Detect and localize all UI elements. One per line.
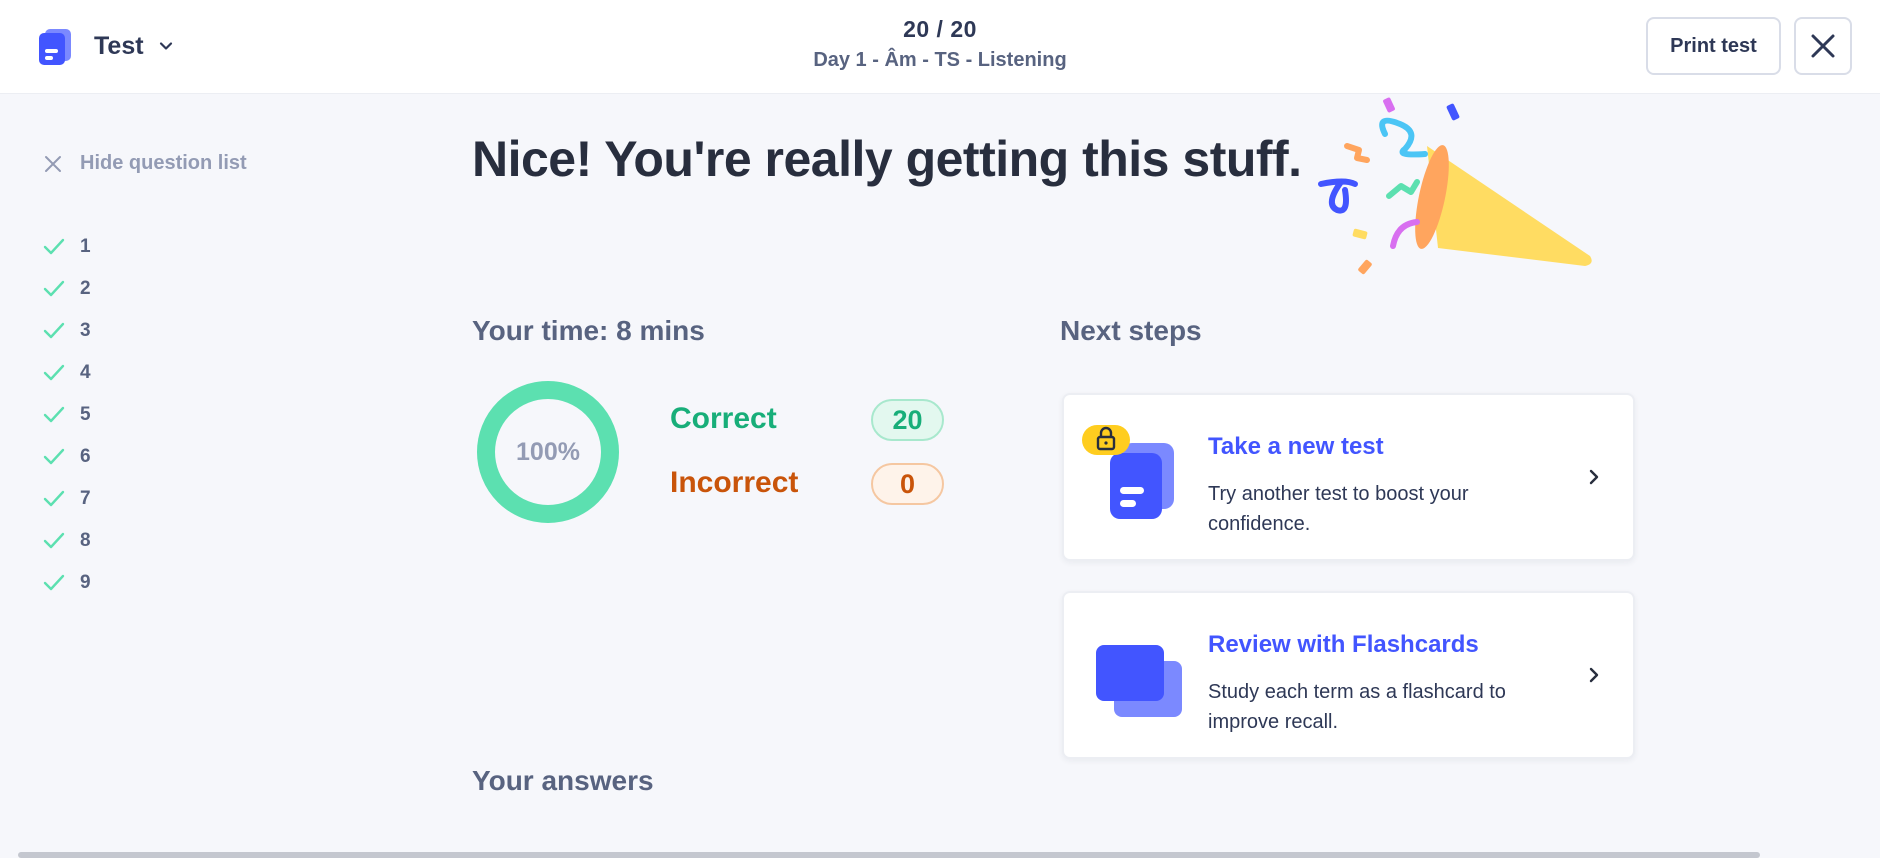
lock-icon	[1082, 425, 1130, 455]
question-number: 1	[80, 236, 91, 257]
card-description: Study each term as a flashcard to improv…	[1208, 681, 1506, 733]
incorrect-count-badge: 0	[871, 463, 944, 505]
your-answers-heading: Your answers	[472, 765, 654, 796]
correct-label: Correct	[670, 402, 777, 435]
question-list: 1 2 3 4 5 6 7 8 9	[42, 226, 91, 604]
question-number: 3	[80, 320, 91, 341]
incorrect-label: Incorrect	[670, 466, 799, 499]
progress-indicator: 20 / 20 Day 1 - Âm - TS - Listening	[740, 16, 1140, 72]
check-icon	[43, 490, 65, 507]
question-number: 9	[80, 572, 91, 593]
question-list-item[interactable]: 8	[42, 520, 91, 562]
time-heading: Your time: 8 mins	[472, 315, 705, 346]
check-icon	[43, 406, 65, 423]
chevron-right-icon	[1589, 667, 1599, 683]
card-description: Try another test to boost your confidenc…	[1208, 483, 1469, 535]
mode-dropdown[interactable]: Test	[36, 26, 174, 66]
close-button[interactable]	[1794, 17, 1852, 75]
question-number: 4	[80, 362, 91, 383]
chevron-right-icon	[1589, 469, 1599, 485]
progress-count: 20 / 20	[903, 16, 977, 42]
question-list-item[interactable]: 7	[42, 478, 91, 520]
question-list-item[interactable]: 9	[42, 562, 91, 604]
check-icon	[43, 532, 65, 549]
close-icon	[1811, 34, 1835, 58]
take-new-test-card[interactable]: Take a new test Try another test to boos…	[1062, 393, 1635, 561]
hide-question-list-toggle[interactable]: Hide question list	[42, 152, 247, 175]
check-icon	[43, 322, 65, 339]
question-number: 5	[80, 404, 91, 425]
question-list-item[interactable]: 5	[42, 394, 91, 436]
question-list-item[interactable]: 1	[42, 226, 91, 268]
horizontal-scrollbar[interactable]	[18, 852, 1760, 858]
mode-label: Test	[94, 31, 144, 60]
question-list-item[interactable]: 3	[42, 310, 91, 352]
review-flashcards-card[interactable]: Review with Flashcards Study each term a…	[1062, 591, 1635, 759]
check-icon	[43, 364, 65, 381]
top-bar: Test 20 / 20 Day 1 - Âm - TS - Listening…	[0, 0, 1880, 94]
check-icon	[43, 574, 65, 591]
set-title: Day 1 - Âm - TS - Listening	[813, 49, 1067, 71]
question-list-item[interactable]: 4	[42, 352, 91, 394]
test-document-icon	[1082, 425, 1174, 519]
party-popper-illustration	[1318, 97, 1592, 275]
question-number: 6	[80, 446, 91, 467]
flashcards-icon	[1096, 645, 1182, 717]
score-percent: 100%	[516, 437, 580, 466]
question-list-item[interactable]: 6	[42, 436, 91, 478]
correct-count-badge: 20	[871, 399, 944, 441]
hide-question-list-label: Hide question list	[80, 152, 247, 174]
check-icon	[43, 448, 65, 465]
check-icon	[43, 238, 65, 255]
check-icon	[43, 280, 65, 297]
card-title: Review with Flashcards	[1208, 631, 1479, 658]
question-list-item[interactable]: 2	[42, 268, 91, 310]
chevron-down-icon	[159, 42, 172, 50]
result-headline: Nice! You're really getting this stuff.	[472, 131, 1302, 187]
next-steps-heading: Next steps	[1060, 315, 1202, 346]
test-mode-icon	[39, 29, 71, 65]
print-test-button[interactable]: Print test	[1646, 17, 1781, 75]
question-number: 8	[80, 530, 91, 551]
question-number: 2	[80, 278, 91, 299]
question-number: 7	[80, 488, 91, 509]
card-title: Take a new test	[1208, 433, 1384, 460]
close-icon	[45, 155, 61, 172]
